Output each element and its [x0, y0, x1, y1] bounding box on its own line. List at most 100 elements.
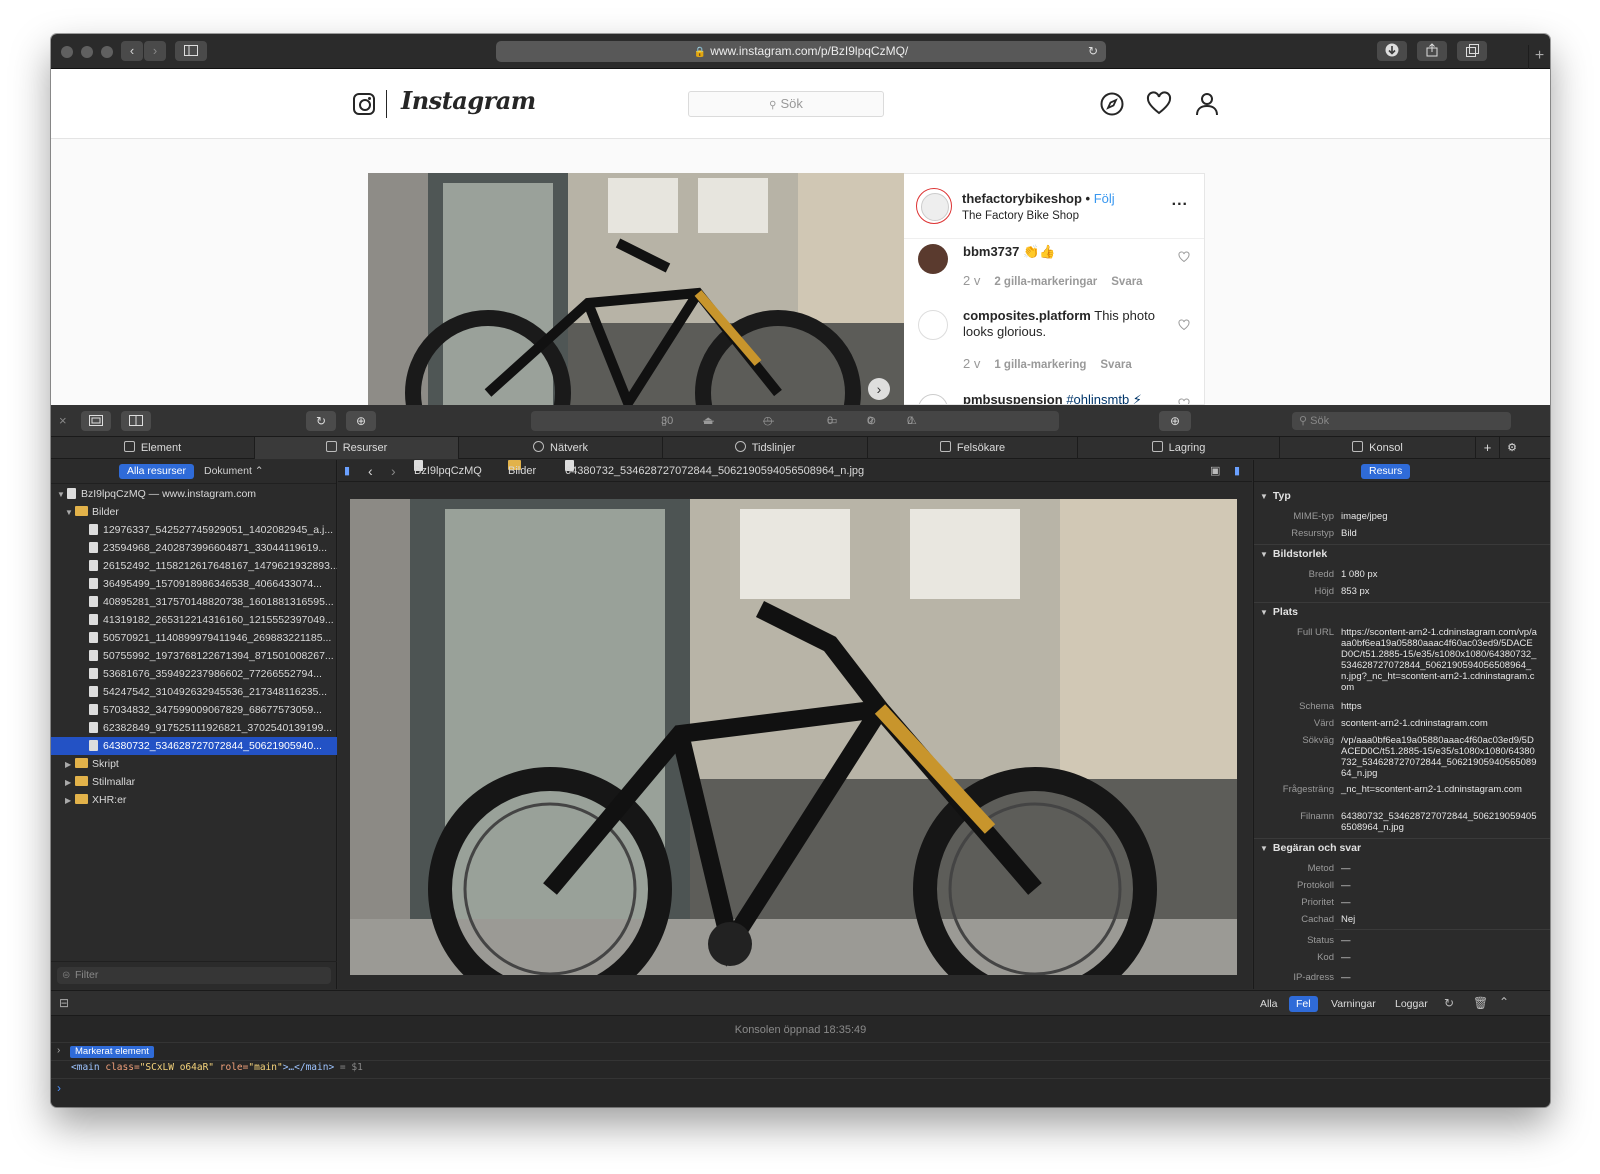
tree-folder-bilder[interactable]: ▼ Bilder: [51, 503, 337, 521]
comment-username[interactable]: pmbsuspension: [963, 392, 1063, 404]
section-typ[interactable]: ▼ Typ: [1260, 490, 1291, 502]
tree-image-file[interactable]: 54247542_310492632945536_217348116235...: [51, 683, 337, 701]
filter-all-resources[interactable]: Alla resurser: [119, 464, 194, 479]
tree-image-file[interactable]: 12976337_542527745929051_1402082945_a.j.…: [51, 521, 337, 539]
close-window-button[interactable]: [61, 46, 73, 58]
like-comment-heart-icon[interactable]: [1178, 319, 1190, 331]
tab-element[interactable]: Element: [51, 437, 255, 459]
disclosure-triangle-icon[interactable]: ▶: [65, 774, 75, 791]
post-photo[interactable]: [368, 173, 904, 405]
tree-image-file[interactable]: 57034832_347599009067829_68677573059...: [51, 701, 337, 719]
sidebar-toggle-button[interactable]: [175, 41, 207, 61]
avatar[interactable]: [918, 310, 948, 340]
tab-resurs[interactable]: Resurs: [1361, 464, 1411, 479]
zoom-window-button[interactable]: [101, 46, 113, 58]
instagram-wordmark[interactable]: Instagram: [401, 86, 536, 115]
tree-image-file[interactable]: 50570921_1140899979411946_269883221185..…: [51, 629, 337, 647]
reload-page-button[interactable]: ↻: [306, 411, 336, 431]
like-comment-heart-icon[interactable]: [1178, 398, 1190, 405]
follow-button[interactable]: Följ: [1094, 191, 1115, 206]
minimize-window-button[interactable]: [81, 46, 93, 58]
more-options-button[interactable]: ...: [1172, 192, 1188, 210]
console-prompt-row[interactable]: ›: [51, 1078, 1550, 1107]
reply-button[interactable]: Svara: [1100, 359, 1131, 371]
explore-compass-icon[interactable]: [1099, 91, 1125, 117]
console-filter-warnings[interactable]: Varningar: [1324, 996, 1383, 1012]
author-username[interactable]: thefactorybikeshop: [962, 191, 1082, 206]
reload-icon[interactable]: ↻: [1088, 41, 1098, 62]
console-filter-logs[interactable]: Loggar: [1388, 996, 1435, 1012]
tabs-overview-button[interactable]: [1457, 41, 1487, 61]
tree-folder[interactable]: ▶ XHR:er: [51, 791, 337, 809]
console-filter-errors[interactable]: Fel: [1289, 996, 1318, 1012]
next-photo-button[interactable]: ›: [868, 378, 890, 400]
comment-body[interactable]: #ohlinsmtb ⚡: [1066, 392, 1142, 404]
split-view-icon[interactable]: ▣: [1210, 460, 1220, 482]
comment-username[interactable]: bbm3737: [963, 244, 1019, 259]
comment-likes[interactable]: 1 gilla-markering: [994, 359, 1086, 371]
element-picker-button[interactable]: ⊕: [1159, 411, 1191, 431]
inspector-search-input[interactable]: ⚲ Sök: [1292, 412, 1511, 430]
comment-likes[interactable]: 2 gilla-markeringar: [994, 276, 1097, 288]
tree-image-file[interactable]: 62382849_917525111926821_3702540139199..…: [51, 719, 337, 737]
tree-image-file[interactable]: 64380732_534628727072844_50621905940...: [51, 737, 337, 755]
tab-konsol[interactable]: Konsol: [1280, 437, 1476, 459]
address-bar[interactable]: 🔒 www.instagram.com/p/BzI9lpqCzMQ/ ↻: [496, 41, 1106, 62]
heart-activity-icon[interactable]: [1146, 91, 1172, 117]
activity-viewer[interactable]: ▯ 30 ⏏ — ◷ — ▭ 0 ⊘ 0 ⚠ 0: [531, 411, 1059, 431]
tab-lagring[interactable]: Lagring: [1078, 437, 1280, 459]
disclosure-triangle-icon[interactable]: ▶: [65, 792, 75, 809]
instagram-camera-icon[interactable]: [353, 93, 375, 115]
download-archive-button[interactable]: ⊕: [346, 411, 376, 431]
avatar[interactable]: [916, 188, 952, 224]
tree-image-file[interactable]: 23594968_2402873996604871_33044119619...: [51, 539, 337, 557]
section-begaran-och-svar[interactable]: ▼ Begäran och svar: [1260, 842, 1361, 854]
reply-button[interactable]: Svara: [1111, 276, 1142, 288]
tree-image-file[interactable]: 53681676_359492237986602_77266552794...: [51, 665, 337, 683]
disclosure-triangle-icon[interactable]: ▶: [65, 756, 75, 773]
tree-image-file[interactable]: 36495499_1570918986346538_4066433074...: [51, 575, 337, 593]
back-button[interactable]: ‹: [368, 460, 373, 482]
disclosure-triangle-icon[interactable]: ▼: [57, 486, 67, 503]
settings-button[interactable]: ⚙: [1500, 437, 1524, 459]
clear-console-icon[interactable]: ⊟: [59, 996, 69, 1010]
console-code[interactable]: <main class="SCxLW o64aR" role="main">…<…: [71, 1062, 363, 1073]
tree-image-file[interactable]: 26152492_1158212617648167_1479621932893.…: [51, 557, 337, 575]
tree-root-document[interactable]: ▼ BzI9lpqCzMQ — www.instagram.com: [51, 485, 337, 503]
tree-folder[interactable]: ▶ Stilmallar: [51, 773, 337, 791]
detach-button[interactable]: [81, 411, 111, 431]
forward-button[interactable]: ›: [391, 460, 396, 482]
section-plats[interactable]: ▼ Plats: [1260, 606, 1298, 618]
tree-image-file[interactable]: 50755992_1973768122671394_871501008267..…: [51, 647, 337, 665]
dock-side-button[interactable]: [121, 411, 151, 431]
full-url-value[interactable]: https://scontent-arn2-1.cdninstagram.com…: [1341, 627, 1539, 693]
tab-tidslinjer[interactable]: Tidslinjer: [663, 437, 868, 459]
avatar[interactable]: [918, 394, 948, 404]
trash-icon[interactable]: 🗑: [1473, 996, 1488, 1010]
close-inspector-icon[interactable]: ×: [59, 413, 67, 428]
filter-document-select[interactable]: Dokument ⌃: [196, 464, 272, 479]
comment-username[interactable]: composites.platform: [963, 308, 1091, 323]
downloads-button[interactable]: [1377, 41, 1407, 61]
tree-image-file[interactable]: 40895281_317570148820738_1601881316595..…: [51, 593, 337, 611]
share-button[interactable]: [1417, 41, 1447, 61]
instagram-search-input[interactable]: ⚲ Sök: [688, 91, 884, 117]
navigation-sidebar-toggle[interactable]: ▮: [344, 460, 350, 482]
console-filter-all[interactable]: Alla: [1253, 996, 1285, 1012]
chevron-right-icon[interactable]: ›: [57, 1045, 60, 1056]
add-tab-button[interactable]: +: [1476, 437, 1500, 459]
forward-button[interactable]: ›: [144, 41, 166, 61]
disclosure-triangle-icon[interactable]: ▼: [65, 504, 75, 521]
preserve-log-icon[interactable]: ↻: [1444, 996, 1454, 1010]
profile-icon[interactable]: [1194, 91, 1220, 117]
avatar[interactable]: [918, 244, 948, 274]
details-sidebar-toggle[interactable]: ▮: [1234, 460, 1240, 482]
tab-resurser[interactable]: Resurser: [255, 437, 459, 459]
like-comment-heart-icon[interactable]: [1178, 251, 1190, 263]
tab-natverk[interactable]: Nätverk: [459, 437, 663, 459]
new-tab-button[interactable]: +: [1528, 45, 1550, 69]
tree-image-file[interactable]: 41319182_265312214316160_1215552397049..…: [51, 611, 337, 629]
tree-folder[interactable]: ▶ Skript: [51, 755, 337, 773]
back-button[interactable]: ‹: [121, 41, 143, 61]
tab-felsokare[interactable]: Felsökare: [868, 437, 1078, 459]
